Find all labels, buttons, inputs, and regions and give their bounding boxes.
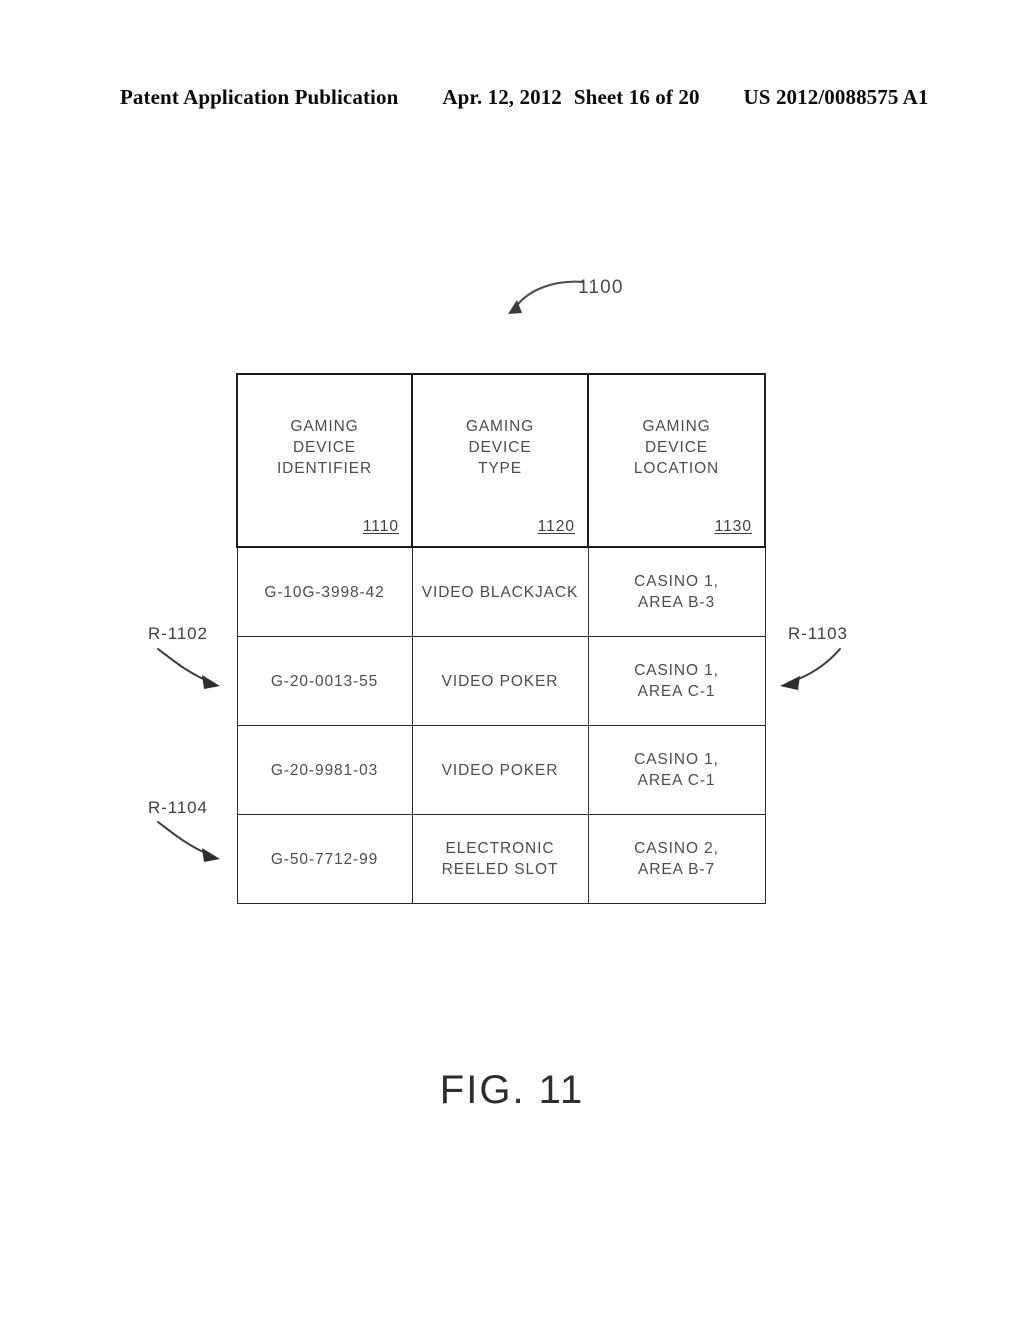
- header-line-2: DEVICE: [468, 439, 532, 456]
- cell-location-line-2: AREA C-1: [637, 772, 716, 789]
- cell-type: VIDEO POKER: [411, 725, 589, 815]
- table-header-row: GAMING DEVICE IDENTIFIER 1110 GAMING DEV…: [236, 373, 766, 548]
- gaming-device-table: GAMING DEVICE IDENTIFIER 1110 GAMING DEV…: [236, 373, 766, 904]
- cell-location-line-2: AREA B-7: [638, 861, 715, 878]
- cell-location-line-2: AREA C-1: [637, 683, 716, 700]
- header-line-1: GAMING: [290, 418, 359, 435]
- header-ref-1130: 1130: [714, 518, 752, 535]
- header-line-2: DEVICE: [644, 439, 709, 456]
- cell-identifier: G-50-7712-99: [236, 814, 413, 904]
- publication-label: Patent Application Publication: [120, 85, 399, 109]
- cell-type-line-1: VIDEO POKER: [441, 761, 559, 779]
- header-line-2: DEVICE: [292, 439, 357, 456]
- publication-date: Apr. 12, 2012: [442, 85, 562, 109]
- callout-label-r-1103: R-1103: [788, 624, 848, 643]
- header-ref-1110: 1110: [362, 518, 399, 535]
- cell-location: CASINO 2, AREA B-7: [587, 814, 766, 904]
- sheet-number: Sheet 16 of 20: [573, 85, 700, 109]
- header-line-1: GAMING: [642, 418, 711, 435]
- header-title-identifier: GAMING DEVICE IDENTIFIER: [238, 416, 411, 505]
- patent-header: Patent Application Publication Apr. 12, …: [120, 85, 928, 115]
- table-row: G-20-9981-03 VIDEO POKER CASINO 1, AREA …: [236, 725, 766, 815]
- leader-line-1100: [508, 280, 584, 314]
- header-title-type: GAMING DEVICE TYPE: [413, 416, 587, 505]
- cell-type: VIDEO POKER: [411, 636, 589, 726]
- cell-location: CASINO 1, AREA B-3: [587, 547, 766, 637]
- callout-arrow-r-1104: [157, 821, 220, 862]
- header-line-1: GAMING: [465, 418, 535, 435]
- cell-type-line-1: VIDEO BLACKJACK: [421, 583, 579, 601]
- header-line-3: LOCATION: [633, 460, 720, 477]
- cell-type: ELECTRONIC REELED SLOT: [411, 814, 589, 904]
- table-row: G-10G-3998-42 VIDEO BLACKJACK CASINO 1, …: [236, 547, 766, 637]
- table-header-cell-type: GAMING DEVICE TYPE 1120: [411, 373, 589, 548]
- header-title-location: GAMING DEVICE LOCATION: [589, 416, 764, 505]
- callout-arrow-r-1102: [157, 648, 220, 689]
- cell-type: VIDEO BLACKJACK: [411, 547, 589, 637]
- cell-location-line-2: AREA B-3: [638, 594, 715, 611]
- table-row: G-50-7712-99 ELECTRONIC REELED SLOT CASI…: [236, 814, 766, 904]
- cell-location: CASINO 1, AREA C-1: [587, 725, 766, 815]
- cell-location-line-1: CASINO 2,: [634, 840, 719, 857]
- cell-location: CASINO 1, AREA C-1: [587, 636, 766, 726]
- header-line-3: IDENTIFIER: [276, 460, 373, 477]
- table-header-cell-identifier: GAMING DEVICE IDENTIFIER 1110: [236, 373, 413, 548]
- callout-label-r-1102: R-1102: [148, 624, 208, 643]
- cell-location-line-1: CASINO 1,: [634, 751, 719, 768]
- figure-reference-1100: 1100: [578, 277, 624, 298]
- cell-type-line-1: ELECTRONIC: [445, 840, 555, 857]
- cell-location-line-1: CASINO 1,: [634, 573, 719, 590]
- cell-identifier: G-20-0013-55: [236, 636, 413, 726]
- header-ref-1120: 1120: [537, 518, 575, 535]
- cell-identifier: G-10G-3998-42: [236, 547, 413, 637]
- table-header-cell-location: GAMING DEVICE LOCATION 1130: [587, 373, 766, 548]
- cell-location-line-1: CASINO 1,: [634, 662, 719, 679]
- cell-identifier: G-20-9981-03: [236, 725, 413, 815]
- figure-caption: FIG. 11: [439, 1068, 585, 1112]
- cell-type-line-2: REELED SLOT: [441, 861, 559, 878]
- callout-arrow-r-1103: [780, 648, 841, 690]
- callout-label-r-1104: R-1104: [148, 798, 208, 817]
- table-row: G-20-0013-55 VIDEO POKER CASINO 1, AREA …: [236, 636, 766, 726]
- patent-number: US 2012/0088575 A1: [743, 85, 929, 109]
- header-line-3: TYPE: [477, 460, 523, 477]
- cell-type-line-1: VIDEO POKER: [441, 672, 559, 690]
